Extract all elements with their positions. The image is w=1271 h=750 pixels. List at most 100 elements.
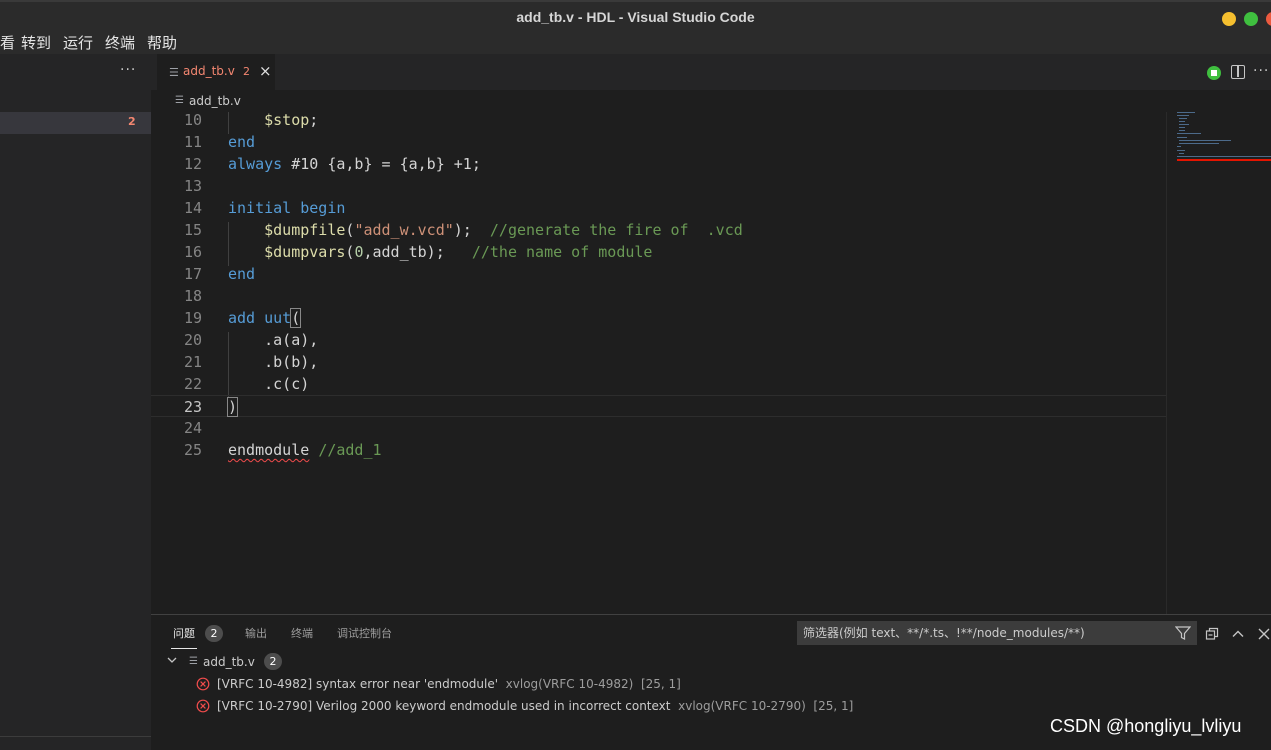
tab-label: add_tb.v [183, 64, 235, 78]
error-icon [196, 699, 210, 713]
code-token: //add_1 [318, 441, 382, 459]
watermark-text: CSDN @hongliyu_lvliyu [1050, 716, 1242, 736]
problems-filter-input[interactable] [797, 621, 1167, 645]
problems-file-row[interactable]: ☰ add_tb.v 2 [151, 651, 1271, 673]
code-line: 11 end [151, 131, 1166, 153]
maximize-button[interactable] [1244, 12, 1258, 26]
minimap-line [1179, 121, 1185, 122]
code-line: 25 endmodule //add_1 [151, 439, 1166, 461]
code-line: 15 $dumpfile("add_w.vcd"); //generate th… [151, 219, 1166, 241]
close-panel-icon[interactable] [1257, 627, 1271, 641]
sidebar-more-actions-icon[interactable]: ··· [120, 62, 136, 78]
sidebar-selected-file[interactable]: 2 [0, 112, 151, 134]
title-bar: add_tb.v - HDL - Visual Studio Code [0, 0, 1271, 32]
code-token: ,add_tb); [363, 243, 472, 261]
problem-message: [VRFC 10-2790] Verilog 2000 keyword endm… [217, 699, 671, 713]
line-number: 15 [183, 221, 202, 239]
minimap-error-marker [1177, 159, 1271, 161]
line-number: 11 [183, 133, 202, 151]
minimap-line [1179, 130, 1185, 131]
problem-row[interactable]: [VRFC 10-2790] Verilog 2000 keyword endm… [151, 695, 1271, 717]
minimap-line [1179, 153, 1184, 154]
sidebar-divider [0, 736, 151, 737]
problems-filter [797, 621, 1197, 645]
line-number: 25 [183, 441, 202, 459]
panel-tab-problems[interactable]: 问题 [173, 625, 195, 641]
code-editor[interactable]: 10 $stop; 11 end 12 always #10 {a,b} = {… [151, 109, 1166, 614]
minimap-line [1177, 137, 1187, 138]
code-token: //generate the fire of .vcd [489, 221, 743, 239]
code-token: begin [300, 199, 346, 217]
line-number: 14 [183, 199, 202, 217]
menu-view[interactable]: 看 [0, 32, 15, 53]
problem-source: xvlog(VRFC 10-2790) [25, 1] [678, 699, 854, 713]
minimize-button[interactable] [1222, 12, 1236, 26]
menu-run[interactable]: 运行 [63, 32, 93, 53]
minimap-line [1177, 133, 1201, 134]
bracket-match: ( [290, 308, 302, 328]
menu-help[interactable]: 帮助 [147, 32, 177, 53]
menu-bar: 看 转到 运行 终端 帮助 [0, 32, 1271, 54]
file-lines-icon: ☰ [189, 656, 198, 667]
code-line: 16 $dumpvars(0,add_tb); //the name of mo… [151, 241, 1166, 263]
code-token: //the name of module [471, 243, 653, 261]
code-line: 14 initial begin [151, 197, 1166, 219]
panel-tab-terminal[interactable]: 终端 [291, 625, 313, 641]
editor-more-actions-icon[interactable]: ··· [1253, 63, 1269, 79]
menu-terminal[interactable]: 终端 [105, 32, 135, 53]
tab-strip: ☰ add_tb.v 2 × ··· [151, 54, 1271, 90]
code-line: 12 always #10 {a,b} = {a,b} +1; [151, 153, 1166, 175]
problems-file-count: 2 [264, 653, 282, 670]
window-title: add_tb.v - HDL - Visual Studio Code [516, 9, 755, 25]
line-number: 23 [183, 398, 202, 416]
code-line: 13 [151, 175, 1166, 197]
tab-add-tb[interactable]: ☰ add_tb.v 2 × [157, 54, 275, 90]
code-token: ; [309, 111, 319, 129]
problem-row[interactable]: [VRFC 10-4982] syntax error near 'endmod… [151, 673, 1271, 695]
panel-tab-debug-console[interactable]: 调试控制台 [337, 625, 392, 641]
line-number: 24 [183, 419, 202, 437]
minimap-line [1177, 146, 1181, 147]
code-line-current: 23 ) [151, 395, 1166, 417]
panel-tab-output[interactable]: 输出 [245, 625, 267, 641]
maximize-panel-icon[interactable] [1231, 627, 1245, 641]
menu-go[interactable]: 转到 [21, 32, 51, 53]
breadcrumb-file[interactable]: add_tb.v [189, 94, 241, 108]
problem-message: [VRFC 10-4982] syntax error near 'endmod… [217, 677, 499, 691]
line-number: 20 [183, 331, 202, 349]
code-line: 10 $stop; [151, 109, 1166, 131]
code-line: 18 [151, 285, 1166, 307]
problem-source: xvlog(VRFC 10-4982) [25, 1] [505, 677, 681, 691]
sidebar: ··· 2 [0, 54, 151, 750]
chevron-down-icon[interactable] [167, 655, 177, 665]
code-token: $dumpvars [264, 243, 346, 261]
code-token: ); [453, 221, 490, 239]
filter-funnel-icon[interactable] [1175, 625, 1191, 641]
code-token: .c(c) [264, 375, 310, 393]
code-token: .b(b), [264, 353, 319, 371]
minimap-line [1179, 143, 1219, 144]
close-tab-icon[interactable]: × [259, 62, 272, 80]
file-lines-icon: ☰ [169, 66, 179, 79]
bracket-match: ) [226, 397, 239, 417]
error-icon [196, 677, 210, 691]
minimap-line [1179, 140, 1231, 141]
run-extension-icon[interactable] [1207, 66, 1221, 80]
code-line: 19 add uut( [151, 307, 1166, 329]
line-number: 21 [183, 353, 202, 371]
minimap-line [1179, 127, 1185, 128]
tab-problem-count: 2 [243, 65, 250, 78]
code-token: end [228, 265, 256, 283]
collapse-all-icon[interactable] [1205, 627, 1219, 641]
problems-file-name: add_tb.v [203, 655, 255, 669]
minimap-line [1179, 124, 1189, 125]
line-number: 10 [183, 111, 202, 129]
minimap[interactable] [1166, 112, 1271, 614]
line-number: 13 [183, 177, 202, 195]
code-token: uut [264, 309, 292, 327]
code-line: 24 [151, 417, 1166, 439]
code-token: #10 {a,b} = {a,b} +1; [282, 155, 481, 173]
code-token: "add_w.vcd" [354, 221, 454, 239]
editor-actions: ··· [1191, 54, 1271, 90]
split-editor-icon[interactable] [1231, 65, 1245, 79]
